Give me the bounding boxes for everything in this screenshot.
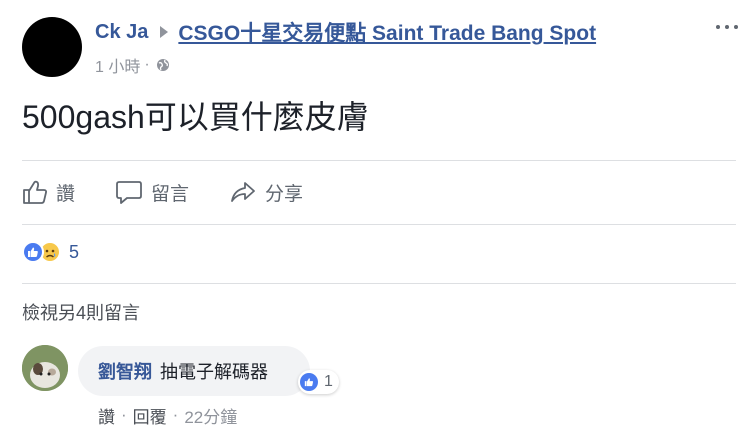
comment-button[interactable]: 留言 [115,179,189,206]
share-button[interactable]: 分享 [229,179,303,206]
post-text: 500gash可以買什麼皮膚 [22,99,369,135]
meta-separator: · [121,405,127,424]
like-reaction-icon [300,373,318,391]
like-reaction-icon [22,241,44,263]
reaction-summary[interactable]: 5 [22,240,79,264]
reaction-count[interactable]: 5 [69,242,79,263]
post-card: Ck Ja CSGO十星交易便點 Saint Trade Bang Spot 1… [0,0,752,434]
post-actions: 讚 留言 分享 [22,172,343,212]
comment-label: 留言 [151,183,190,205]
like-label: 讚 [56,183,76,205]
comment-like-number: 1 [324,373,333,390]
view-more-comments-link[interactable]: 檢視另4則留言 [22,299,140,325]
like-button[interactable]: 讚 [22,179,75,206]
divider [22,283,736,284]
share-arrow-icon [231,182,255,202]
author-avatar[interactable] [22,17,82,77]
comment-actions: 讚 · 回覆 · 22分鐘 [98,403,237,427]
comment-bubble-icon [116,181,142,204]
comment-timestamp[interactable]: 22分鐘 [184,403,237,428]
post-timestamp[interactable]: 1 小時 [95,53,140,77]
comment-like-count[interactable]: 1 [298,370,339,394]
meta-separator: · [144,56,150,73]
comment-like-link[interactable]: 讚 [98,403,115,428]
globe-icon[interactable] [156,58,170,72]
divider [22,224,736,225]
post-header: Ck Ja CSGO十星交易便點 Saint Trade Bang Spot [95,18,596,46]
shared-to-arrow-icon [160,26,169,38]
group-link[interactable]: CSGO十星交易便點 Saint Trade Bang Spot [178,17,596,47]
author-name[interactable]: Ck Ja [95,21,148,44]
divider [22,160,736,161]
more-options-icon[interactable] [716,22,738,32]
share-label: 分享 [265,183,304,205]
thumbs-up-icon [23,180,47,204]
comment-text: 抽電子解碼器 [160,362,268,382]
commenter-avatar[interactable] [22,345,68,391]
meta-separator: · [172,405,179,424]
commenter-name[interactable]: 劉智翔 [98,358,152,384]
comment-reply-link[interactable]: 回覆 [133,403,167,428]
comment-bubble: 劉智翔 抽電子解碼器 [78,346,310,396]
post-meta: 1 小時 · [95,54,170,76]
